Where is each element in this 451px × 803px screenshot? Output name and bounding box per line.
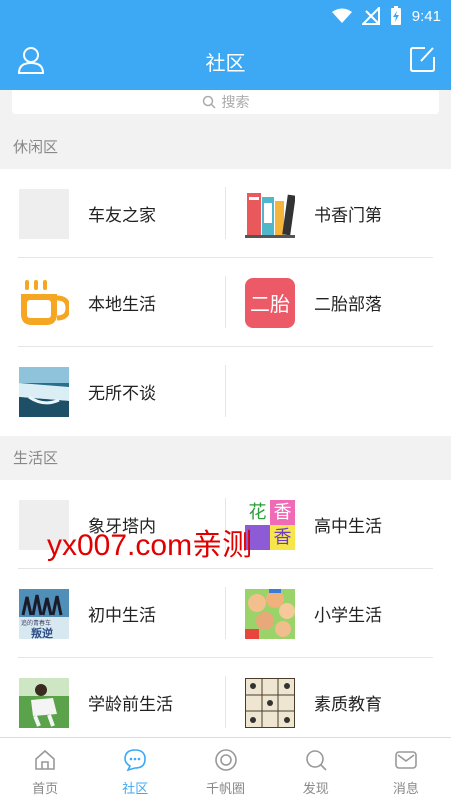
status-icons: 9:41 (331, 6, 441, 26)
coffee-cup-icon (19, 277, 69, 328)
forum-item-high-school[interactable]: 花 香 香 高中生活 (226, 480, 451, 569)
grid-art-photo (245, 677, 295, 728)
grid-row: 车友之家 书香门第 (0, 169, 451, 258)
grid-row: 无所不谈 (0, 347, 451, 436)
discover-search-icon (305, 750, 327, 771)
forum-label: 无所不谈 (88, 384, 156, 404)
forum-item-books[interactable]: 书香门第 (226, 169, 451, 258)
no-signal-icon (361, 7, 380, 25)
flower-tiles-icon: 花 香 香 (245, 499, 295, 550)
tab-messages[interactable]: 消息 (361, 738, 451, 803)
tab-label: 千帆圈 (206, 782, 246, 797)
grid-row: 本地生活 二胎 二胎部落 (0, 258, 451, 347)
kids-photo (245, 588, 295, 639)
wifi-icon (331, 8, 352, 23)
section-life-grid: 象牙塔内 花 香 香 高中生活 追的青春车 叛逆 初中生活 小学生活 学龄前生活… (0, 480, 451, 737)
forum-label: 车友之家 (88, 206, 156, 226)
dancers-word: 叛逆 (31, 626, 53, 639)
forum-label: 书香门第 (314, 206, 382, 226)
forum-label: 二胎部落 (314, 295, 382, 315)
forum-item-quality-education[interactable]: 素质教育 (226, 658, 451, 737)
mail-icon (395, 751, 417, 769)
search-box[interactable]: 搜索 (12, 90, 439, 114)
erhai-badge-icon: 二胎 (245, 277, 295, 328)
tab-circle[interactable]: 千帆圈 (180, 738, 270, 803)
battery-charging-icon (390, 6, 401, 25)
erhai-badge-text: 二胎 (245, 277, 295, 328)
forum-item-chat-anything[interactable]: 无所不谈 (0, 347, 225, 436)
tile-text: 香 (270, 524, 295, 550)
section-leisure-grid: 车友之家 书香门第 本地生活 二胎 二胎部落 无所不谈 (0, 169, 451, 436)
forum-label: 小学生活 (314, 606, 382, 626)
tab-discover[interactable]: 发现 (271, 738, 361, 803)
forum-label: 本地生活 (88, 295, 156, 315)
child-photo (19, 677, 69, 728)
forum-item-local-life[interactable]: 本地生活 (0, 258, 225, 347)
forum-item-car-club[interactable]: 车友之家 (0, 169, 225, 258)
tab-label: 首页 (32, 782, 59, 797)
search-placeholder: 搜索 (221, 95, 250, 111)
status-bar: 9:41 (0, 0, 451, 32)
circle-icon (214, 749, 237, 771)
placeholder-thumb (19, 188, 69, 239)
section-header-life: 生活区 (0, 436, 451, 480)
tab-label: 发现 (302, 782, 329, 797)
watermark-text: yx007.com亲测 (47, 529, 253, 562)
forum-item-preschool[interactable]: 学龄前生活 (0, 658, 225, 737)
bottom-tab-bar: 首页 社区 千帆圈 发现 消息 (0, 737, 451, 803)
search-icon (202, 95, 216, 109)
tile-text: 香 (270, 499, 295, 525)
forum-item-primary-school[interactable]: 小学生活 (226, 569, 451, 658)
divider (225, 365, 226, 417)
section-header-leisure: 休闲区 (0, 125, 451, 169)
dancers-photo: 追的青春车 叛逆 (19, 588, 69, 639)
grid-row: 追的青春车 叛逆 初中生活 小学生活 (0, 569, 451, 658)
tab-community[interactable]: 社区 (90, 738, 180, 803)
forum-item-middle-school[interactable]: 追的青春车 叛逆 初中生活 (0, 569, 225, 658)
forum-label: 初中生活 (88, 606, 156, 626)
home-icon (35, 749, 55, 770)
page-title: 社区 (205, 51, 246, 75)
search-area: 搜索 (0, 90, 451, 124)
tab-home[interactable]: 首页 (0, 738, 90, 803)
tab-label: 社区 (122, 782, 149, 797)
books-icon (245, 188, 295, 239)
tab-label: 消息 (392, 782, 419, 797)
chat-bubble-icon (124, 749, 147, 772)
forum-label: 高中生活 (314, 517, 382, 537)
forum-item-second-child[interactable]: 二胎 二胎部落 (226, 258, 451, 347)
waterfall-photo (19, 366, 69, 417)
status-time: 9:41 (411, 7, 441, 25)
forum-label: 素质教育 (314, 695, 382, 715)
forum-label: 学龄前生活 (88, 695, 173, 715)
compose-post-icon[interactable] (409, 45, 437, 73)
grid-row: 学龄前生活 素质教育 (0, 658, 451, 737)
top-nav-bar: 社区 (0, 32, 451, 90)
